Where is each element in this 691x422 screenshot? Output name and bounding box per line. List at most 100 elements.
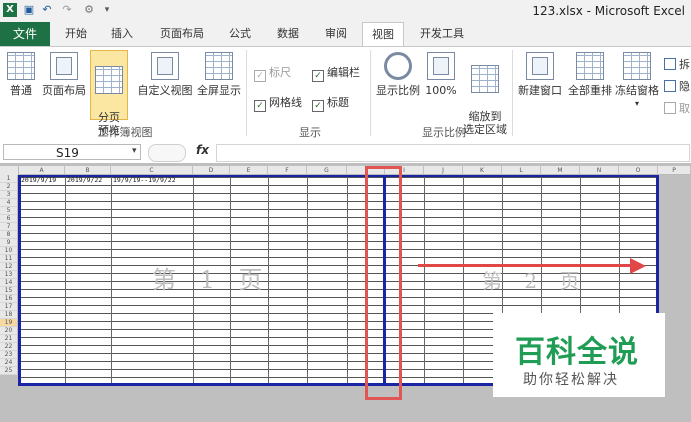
new-window-button[interactable]: 新建窗口 — [516, 52, 564, 97]
page-break-preview-icon — [95, 66, 123, 94]
row-header[interactable]: 6 — [0, 215, 18, 223]
formula-input[interactable] — [216, 144, 690, 162]
column-header[interactable]: C — [111, 166, 193, 175]
formula-cancel-enter-controls[interactable] — [148, 144, 186, 162]
page-1-watermark: 第 1 页 — [152, 266, 271, 294]
row-header[interactable]: 17 — [0, 303, 18, 311]
tab-developer[interactable]: 开发工具 — [410, 22, 474, 46]
insert-function-icon[interactable]: fx — [196, 143, 209, 157]
row-header[interactable]: 16 — [0, 295, 18, 303]
arrow-right-icon — [418, 264, 638, 267]
row-header[interactable]: 1 — [0, 175, 18, 183]
ruler-checkbox[interactable]: ✓ 标尺 — [254, 64, 291, 82]
column-gridline — [65, 175, 66, 385]
column-header[interactable]: A — [19, 166, 65, 175]
checkbox-icon: ✓ — [254, 100, 266, 112]
tab-review[interactable]: 审阅 — [316, 22, 356, 46]
row-header[interactable]: 8 — [0, 231, 18, 239]
formula-bar-checkbox[interactable]: ✓ 编辑栏 — [312, 64, 360, 82]
row-header[interactable]: 20 — [0, 327, 18, 335]
page-break-preview-button[interactable]: 分页 预览 — [90, 50, 128, 137]
row-header[interactable]: 22 — [0, 343, 18, 351]
column-header[interactable]: J — [424, 166, 463, 175]
column-header[interactable]: E — [230, 166, 268, 175]
zoom-button[interactable]: 显示比例 — [374, 52, 422, 97]
arrange-all-button[interactable]: 全部重排 — [566, 52, 614, 97]
tab-formulas[interactable]: 公式 — [222, 22, 258, 46]
column-header[interactable]: K — [463, 166, 502, 175]
column-header[interactable]: F — [268, 166, 307, 175]
page-border-left — [18, 175, 21, 386]
column-gridline — [111, 175, 112, 385]
split-icon — [664, 58, 676, 70]
row-header[interactable]: 4 — [0, 199, 18, 207]
column-header[interactable]: M — [541, 166, 580, 175]
column-header[interactable]: B — [65, 166, 111, 175]
row-header[interactable]: 18 — [0, 311, 18, 319]
tab-page-layout[interactable]: 页面布局 — [150, 22, 214, 46]
row-header[interactable]: 15 — [0, 287, 18, 295]
column-header[interactable]: O — [619, 166, 658, 175]
row-header[interactable]: 25 — [0, 367, 18, 375]
column-header[interactable]: L — [502, 166, 541, 175]
full-screen-button[interactable]: 全屏显示 — [196, 52, 242, 97]
row-header[interactable]: 24 — [0, 359, 18, 367]
checkbox-icon: ✓ — [254, 70, 266, 82]
redo-icon[interactable]: ↷ — [60, 3, 74, 17]
quick-access-dropdown-icon[interactable]: ▾ — [100, 3, 114, 17]
namebox-dropdown-icon[interactable]: ▾ — [132, 146, 137, 156]
customize-icon[interactable]: ⚙ — [82, 3, 96, 17]
unhide-icon — [664, 102, 676, 114]
tab-home[interactable]: 开始 — [58, 22, 94, 46]
excel-app-icon[interactable]: X — [3, 3, 17, 17]
group-separator — [512, 50, 513, 136]
column-header[interactable]: G — [307, 166, 347, 175]
tab-data[interactable]: 数据 — [268, 22, 308, 46]
row-header[interactable]: 21 — [0, 335, 18, 343]
freeze-panes-button[interactable]: 冻结窗格 ▾ — [614, 52, 660, 110]
row-header[interactable]: 7 — [0, 223, 18, 231]
show-group-label: 显示 — [299, 126, 321, 139]
group-separator — [246, 50, 247, 136]
highlight-rectangle — [365, 166, 402, 400]
column-gridline — [307, 175, 308, 385]
column-header[interactable]: N — [580, 166, 619, 175]
normal-view-button[interactable]: 普通 — [4, 52, 38, 97]
row-header[interactable]: 3 — [0, 191, 18, 199]
row-header[interactable]: 9 — [0, 239, 18, 247]
row-header[interactable]: 13 — [0, 271, 18, 279]
cell-a1[interactable]: 2019/9/19 — [21, 176, 56, 184]
row-header[interactable]: 12 — [0, 263, 18, 271]
cell-c1[interactable]: 19/9/19--19/9/22 — [113, 176, 176, 184]
column-gridline — [424, 175, 425, 385]
column-header[interactable]: D — [193, 166, 230, 175]
row-header[interactable]: 5 — [0, 207, 18, 215]
full-screen-icon — [205, 52, 233, 80]
freeze-panes-icon — [623, 52, 651, 80]
row-header[interactable]: 14 — [0, 279, 18, 287]
row-header[interactable]: 23 — [0, 351, 18, 359]
tab-file[interactable]: 文件 — [0, 22, 50, 46]
gridlines-checkbox[interactable]: ✓ 网格线 — [254, 94, 302, 112]
page-layout-view-button[interactable]: 页面布局 — [40, 52, 88, 97]
row-header[interactable]: 2 — [0, 183, 18, 191]
row-header[interactable]: 10 — [0, 247, 18, 255]
zoom-100-button[interactable]: 100% — [424, 52, 458, 97]
split-button[interactable]: 拆 — [664, 56, 690, 72]
undo-icon[interactable]: ↶ — [40, 3, 54, 17]
cell-b1[interactable]: 2019/9/22 — [67, 176, 102, 184]
save-icon[interactable]: ▣ — [22, 3, 36, 17]
page-2-watermark: 第 2 页 — [482, 269, 588, 293]
headings-checkbox[interactable]: ✓ 标题 — [312, 94, 349, 112]
unhide-button[interactable]: 取 — [664, 100, 690, 116]
tab-insert[interactable]: 插入 — [104, 22, 140, 46]
column-header[interactable]: P — [658, 166, 691, 175]
tab-view[interactable]: 视图 — [362, 22, 404, 47]
row-header[interactable]: 11 — [0, 255, 18, 263]
name-box[interactable]: S19 — [3, 144, 141, 160]
custom-views-button[interactable]: 自定义视图 — [136, 52, 194, 97]
row-header-selected[interactable]: 19 — [0, 319, 18, 327]
chevron-down-icon: ▾ — [634, 99, 639, 108]
workbook-views-group-label: 工作簿视图 — [97, 126, 153, 139]
hide-button[interactable]: 隐 — [664, 78, 690, 94]
